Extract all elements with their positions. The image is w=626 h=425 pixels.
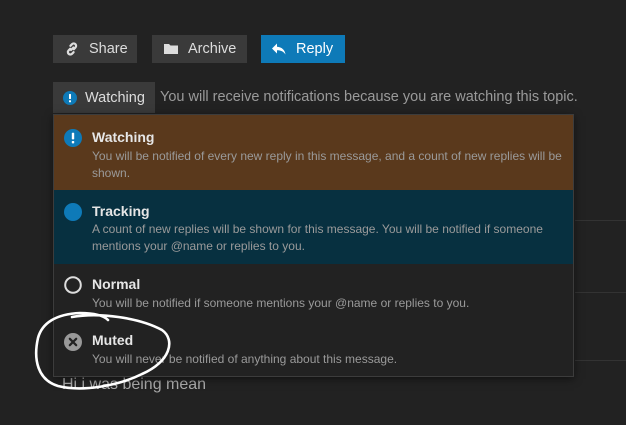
folder-icon xyxy=(163,41,179,57)
menu-option-watching[interactable]: Watching You will be notified of every n… xyxy=(54,115,573,190)
menu-option-tracking[interactable]: Tracking A count of new replies will be … xyxy=(54,190,573,264)
notification-level-label: Watching xyxy=(85,89,145,106)
option-title: Tracking xyxy=(92,203,150,219)
menu-option-muted[interactable]: Muted You will never be notified of anyt… xyxy=(54,321,573,376)
reply-label: Reply xyxy=(296,41,334,57)
reply-button[interactable]: Reply xyxy=(261,35,345,63)
archive-label: Archive xyxy=(188,41,237,57)
exclamation-circle-icon xyxy=(64,129,82,147)
filled-circle-icon xyxy=(64,203,82,221)
post-divider xyxy=(575,292,626,293)
notification-reason: You will receive notifications because y… xyxy=(160,89,578,105)
times-circle-icon xyxy=(64,333,82,351)
topic-footer: Hi i was being mean Share Archive Reply … xyxy=(0,0,626,425)
menu-option-normal[interactable]: Normal You will be notified if someone m… xyxy=(54,264,573,321)
archive-button[interactable]: Archive xyxy=(152,35,247,63)
share-label: Share xyxy=(89,41,128,57)
post-text: Hi i was being mean xyxy=(62,376,207,393)
notification-level-menu: Watching You will be notified of every n… xyxy=(53,114,574,377)
post-divider xyxy=(575,220,626,221)
notification-level-button[interactable]: Watching xyxy=(53,82,155,113)
post-divider xyxy=(575,360,626,361)
exclamation-circle-icon xyxy=(63,90,77,105)
option-title: Watching xyxy=(92,129,155,145)
option-title: Normal xyxy=(92,276,141,292)
empty-circle-icon xyxy=(64,276,82,294)
reply-icon xyxy=(271,41,287,57)
share-button[interactable]: Share xyxy=(53,35,137,63)
option-description: A count of new replies will be shown for… xyxy=(92,222,543,253)
option-description: You will never be notified of anything a… xyxy=(92,352,398,366)
option-description: You will be notified of every new reply … xyxy=(92,149,562,180)
option-title: Muted xyxy=(92,332,134,348)
option-description: You will be notified if someone mentions… xyxy=(92,296,470,310)
link-icon xyxy=(64,41,80,57)
